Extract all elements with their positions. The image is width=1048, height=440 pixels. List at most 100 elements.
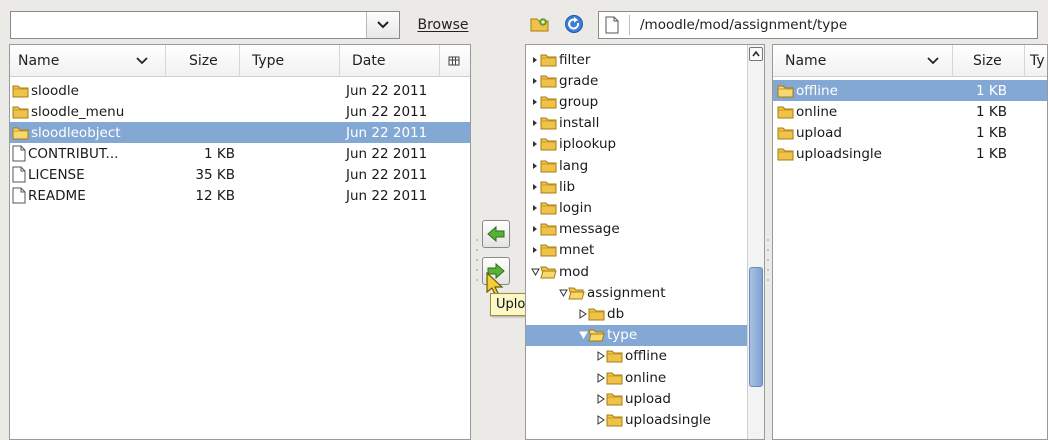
expander-closed-icon[interactable] [530,141,540,148]
expander-closed-icon[interactable] [530,204,540,211]
expander-closed-icon[interactable] [530,77,540,84]
column-type[interactable]: Type [240,45,340,77]
column-name[interactable]: Name [10,45,166,77]
scroll-thumb[interactable] [749,267,763,387]
tree-item-mnet[interactable]: mnet [526,240,748,261]
remote-column-type[interactable]: Ty [1025,45,1047,77]
tree-item-assignment[interactable]: assignment [526,282,748,303]
tree-item-uploadsingle[interactable]: uploadsingle [526,409,748,430]
column-picker-button[interactable] [440,45,470,77]
expander-closed-icon[interactable] [530,247,540,254]
tree-item-lib[interactable]: lib [526,176,748,197]
remote-column-type-label: Ty [1030,53,1045,69]
new-folder-button[interactable] [528,12,552,36]
download-button[interactable] [482,220,510,248]
table-row[interactable]: CONTRIBUT... 1 KB Jun 22 2011 [10,143,470,164]
table-row[interactable]: upload 1 KB [773,122,1047,143]
name-cell: upload [777,122,842,143]
table-row[interactable]: LICENSE 35 KB Jun 22 2011 [10,164,470,185]
remote-column-size[interactable]: Size [953,45,1025,77]
tree-folder [540,95,557,109]
tree-folder [540,116,557,130]
expander-closed-icon[interactable] [596,351,606,362]
expander-closed-icon[interactable] [530,56,540,63]
tree-item-label: uploadsingle [625,411,711,428]
tree-item-iplookup[interactable]: iplookup [526,134,748,155]
tree-folder [588,328,605,342]
tree-item-install[interactable]: install [526,113,748,134]
tree-item-online[interactable]: online [526,367,748,388]
expander-closed-icon[interactable] [530,98,540,105]
size-cell: 1 KB [976,82,1007,99]
tree-item-offline[interactable]: offline [526,346,748,367]
folder-icon [12,85,29,97]
expander-open-icon[interactable] [578,331,588,340]
column-size[interactable]: Size [166,45,240,77]
column-date-label: Date [352,53,386,69]
chevron-down-icon [377,21,389,29]
expander-closed-icon[interactable] [596,372,606,383]
folder-icon [777,127,794,139]
folder-icon [12,106,29,118]
tree-item-label: type [607,327,638,344]
folder-icon [606,350,623,363]
folder-icon [777,85,794,97]
tree-item-db[interactable]: db [526,303,748,324]
tree-item-upload[interactable]: upload [526,388,748,409]
tree-item-label: grade [559,72,599,89]
refresh-button[interactable] [562,12,586,36]
tree-item-mod[interactable]: mod [526,261,748,282]
expander-closed-icon[interactable] [530,162,540,169]
expander-closed-icon[interactable] [530,120,540,127]
size-cell: 1 KB [976,103,1007,120]
local-path-dropdown-button[interactable] [366,12,399,38]
expander-open-icon[interactable] [530,268,540,276]
remote-path-field[interactable]: /moodle/mod/assignment/type [598,11,1038,39]
expander-closed-icon[interactable] [578,308,588,319]
remote-column-name[interactable]: Name [773,45,953,77]
size-cell: 1 KB [976,124,1007,141]
folder-icon [606,393,623,406]
table-row[interactable]: sloodle_menu Jun 22 2011 [10,101,470,122]
tree-scrollbar[interactable] [747,45,764,439]
table-row[interactable]: README 12 KB Jun 22 2011 [10,185,470,206]
tree-item-group[interactable]: group [526,91,748,112]
expander-open-icon[interactable] [558,289,568,297]
tree-item-label: lib [559,178,576,195]
tree-item-message[interactable]: message [526,219,748,240]
expander-closed-icon[interactable] [530,226,540,233]
folder-icon [540,138,557,151]
local-file-list[interactable]: Name Size Type Date sloodle Jun 22 2011 … [9,44,471,440]
file-name: CONTRIBUT... [28,145,119,162]
table-row[interactable]: uploadsingle 1 KB [773,143,1047,164]
size-cell: 1 KB [976,145,1007,162]
tree-folder [540,201,557,215]
name-cell: sloodle_menu [12,101,124,122]
chevron-up-icon [752,51,760,57]
table-row[interactable]: sloodleobject Jun 22 2011 [10,122,470,143]
table-row[interactable]: online 1 KB [773,101,1047,122]
column-date[interactable]: Date [340,45,440,77]
remote-file-list[interactable]: Name Size Ty offline 1 KB online 1 KB upload… [772,44,1048,440]
file-name: uploadsingle [796,145,882,162]
remote-folder-tree[interactable]: filter grade group install iplookup lang lib lo… [525,44,765,440]
expander-closed-icon[interactable] [596,414,606,425]
table-row[interactable]: offline 1 KB [773,80,1047,101]
file-icon [12,166,26,183]
tree-item-type[interactable]: type [526,324,748,346]
tree-item-grade[interactable]: grade [526,70,748,91]
splitter-grip-icon[interactable] [475,230,481,290]
tree-item-lang[interactable]: lang [526,155,748,176]
browse-button[interactable]: Browse [410,11,476,39]
table-row[interactable]: sloodle Jun 22 2011 [10,80,470,101]
tree-item-login[interactable]: login [526,197,748,218]
remote-column-size-label: Size [973,53,1002,69]
scroll-up-button[interactable] [749,47,763,61]
expander-closed-icon[interactable] [596,393,606,404]
column-picker-icon [448,56,460,66]
tree-item-filter[interactable]: filter [526,49,748,70]
tree-item-label: db [607,305,625,322]
date-cell: Jun 22 2011 [346,82,428,99]
local-path-combo[interactable] [10,11,400,39]
expander-closed-icon[interactable] [530,183,540,190]
